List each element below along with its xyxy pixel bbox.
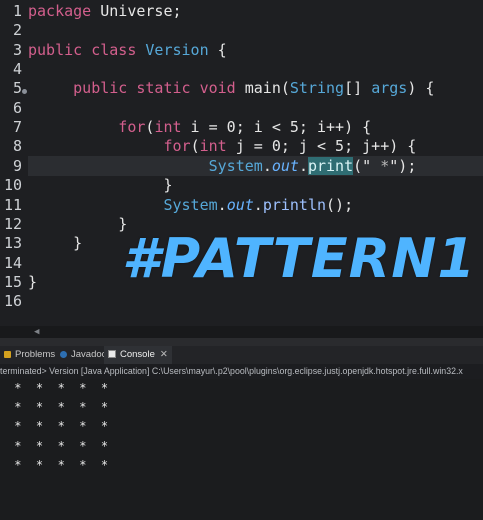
code-text: public class Version { bbox=[28, 41, 227, 60]
console-status-line: terminated> Version [Java Application] C… bbox=[0, 364, 483, 379]
code-text: public static void main(String[] args) { bbox=[28, 79, 434, 98]
code-token: for bbox=[28, 137, 191, 156]
code-token: (" bbox=[353, 156, 372, 175]
line-number: 16 bbox=[3, 292, 22, 311]
console-output[interactable]: * * * * * * * * * * * * * * * * * * * * … bbox=[0, 379, 483, 520]
tab-javadoc-label: Javadoc bbox=[71, 349, 107, 360]
horizontal-scrollbar[interactable]: ◀ bbox=[0, 326, 483, 338]
code-token: void bbox=[199, 79, 236, 98]
tab-console[interactable]: Console ✕ bbox=[104, 346, 172, 364]
tab-problems-label: Problems bbox=[15, 349, 56, 360]
bottom-panel-tabs: Problems Javadoc Console ✕ bbox=[0, 346, 483, 364]
code-token: . bbox=[298, 156, 308, 175]
line-number: 6 bbox=[12, 98, 22, 117]
pattern-overlay-title: #PATTERN1 bbox=[122, 227, 476, 290]
code-token: print bbox=[307, 156, 354, 175]
code-token: int bbox=[199, 137, 227, 156]
line-number: 9 bbox=[12, 156, 22, 175]
code-token: " bbox=[389, 156, 399, 175]
code-token: } bbox=[28, 176, 173, 195]
code-token: { bbox=[208, 40, 227, 59]
scroll-left-icon[interactable]: ◀ bbox=[34, 327, 39, 337]
code-token: ) { bbox=[407, 79, 435, 98]
console-icon bbox=[108, 350, 116, 358]
code-token: println bbox=[262, 195, 327, 214]
line-number: 13 bbox=[3, 234, 22, 253]
code-token: class bbox=[91, 40, 137, 59]
console-output-line: * * * * * bbox=[7, 419, 109, 434]
javadoc-icon bbox=[60, 351, 67, 358]
code-token: j = 0; j < 5; j++) { bbox=[226, 137, 417, 156]
code-token: main( bbox=[235, 79, 290, 98]
line-number: 12 bbox=[3, 214, 22, 233]
code-text: for(int j = 0; j < 5; j++) { bbox=[28, 137, 416, 156]
console-output-line: * * * * * bbox=[7, 457, 109, 472]
code-text: } bbox=[28, 273, 37, 292]
line-number: 15 bbox=[3, 272, 22, 291]
code-token: Universe; bbox=[91, 2, 182, 20]
line-number: 4 bbox=[12, 60, 22, 79]
code-token: } bbox=[28, 234, 83, 253]
line-number: 10 bbox=[3, 176, 22, 195]
code-token: . bbox=[262, 156, 272, 175]
line-number: 8 bbox=[12, 137, 22, 156]
code-text: System.out.println(); bbox=[28, 196, 353, 215]
code-text: } bbox=[28, 176, 173, 195]
code-text: } bbox=[28, 234, 82, 253]
code-token: . bbox=[253, 195, 263, 214]
console-output-line: * * * * * bbox=[7, 438, 109, 453]
code-text: package Universe; bbox=[28, 2, 182, 21]
tab-problems[interactable]: Problems bbox=[0, 346, 59, 364]
line-number: 1 bbox=[12, 2, 22, 20]
code-token: out bbox=[271, 156, 299, 175]
code-token: i = 0; i < 5; i++) { bbox=[181, 118, 372, 137]
line-number: 7 bbox=[12, 118, 22, 137]
problems-icon bbox=[4, 351, 11, 358]
code-token: (); bbox=[326, 195, 354, 214]
console-output-line: * * * * * bbox=[7, 381, 109, 395]
code-token: System bbox=[28, 156, 263, 175]
code-token: [] bbox=[344, 79, 372, 98]
line-number: 5 bbox=[12, 79, 22, 98]
code-token: } bbox=[28, 214, 128, 233]
breakpoint-icon[interactable] bbox=[22, 89, 27, 94]
close-icon[interactable]: ✕ bbox=[160, 349, 168, 360]
line-number: 3 bbox=[12, 40, 22, 59]
code-token: } bbox=[28, 272, 38, 291]
line-number: 14 bbox=[3, 253, 22, 272]
code-token: for bbox=[28, 118, 146, 137]
code-token: System bbox=[28, 195, 218, 214]
code-token: ; bbox=[407, 156, 417, 175]
code-token: public bbox=[28, 40, 83, 59]
code-token: static bbox=[136, 79, 191, 98]
code-token: public bbox=[28, 79, 128, 98]
code-token: ) bbox=[398, 156, 408, 175]
code-text: System.out.print(" *"); bbox=[28, 156, 417, 176]
console-output-line: * * * * * bbox=[7, 400, 109, 415]
panel-divider[interactable] bbox=[0, 338, 483, 346]
code-text: } bbox=[28, 215, 127, 234]
tab-console-label: Console bbox=[120, 349, 155, 360]
code-token: package bbox=[28, 2, 92, 20]
code-token: int bbox=[154, 118, 182, 137]
code-token: args bbox=[371, 79, 408, 98]
code-token: out bbox=[226, 195, 254, 214]
tab-javadoc[interactable]: Javadoc bbox=[56, 346, 110, 364]
code-token: Version bbox=[145, 40, 209, 59]
code-token: * bbox=[371, 156, 390, 175]
code-text: for(int i = 0; i < 5; i++) { bbox=[28, 118, 371, 137]
code-token: String bbox=[289, 79, 345, 98]
line-number: 2 bbox=[12, 21, 22, 40]
line-number: 11 bbox=[3, 195, 22, 214]
code-token: ( bbox=[190, 137, 200, 156]
code-token: . bbox=[217, 195, 227, 214]
